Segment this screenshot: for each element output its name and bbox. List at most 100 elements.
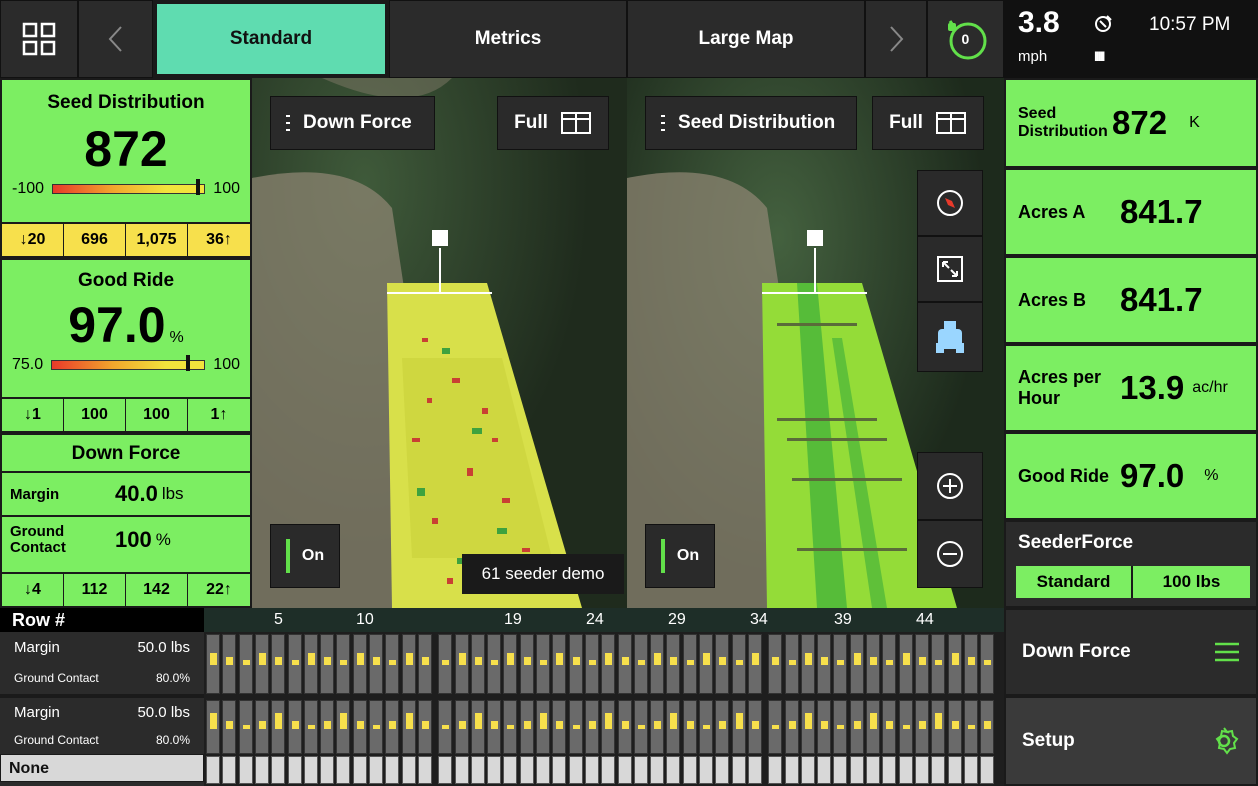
row-unit-upper[interactable] [287,634,302,694]
row-unit-upper[interactable] [800,634,815,694]
row-unit-upper[interactable] [222,634,237,694]
row-unit-upper[interactable] [254,634,269,694]
none-selector[interactable]: None [0,754,204,782]
map-left[interactable]: Down Force Full On 61 seeder demo [252,78,627,608]
row-unit-lower[interactable] [206,700,220,754]
row-unit-lower[interactable] [980,700,995,754]
right-acres-b[interactable]: Acres B 841.7 [1004,256,1258,344]
row-unit-none[interactable] [800,756,815,784]
row-unit-lower[interactable] [914,700,929,754]
row-unit-upper[interactable] [470,634,485,694]
row-unit-lower[interactable] [747,700,762,754]
compass-button[interactable] [917,170,983,236]
alerts-button[interactable]: 0 [927,0,1004,78]
row-unit-upper[interactable] [552,634,567,694]
row-unit-upper[interactable] [633,634,648,694]
row-unit-none[interactable] [568,756,583,784]
row-unit-upper[interactable] [385,634,400,694]
row-unit-none[interactable] [866,756,880,784]
row-unit-lower[interactable] [254,700,269,754]
row-unit-none[interactable] [369,756,383,784]
row-unit-lower[interactable] [715,700,730,754]
row-unit-none[interactable] [963,756,978,784]
row-unit-upper[interactable] [784,634,799,694]
right-full-button[interactable]: Full [872,96,984,150]
row-unit-upper[interactable] [666,634,681,694]
row-unit-lower[interactable] [947,700,962,754]
row-unit-lower[interactable] [601,700,616,754]
row-unit-lower[interactable] [931,700,946,754]
row-unit-lower[interactable] [866,700,880,754]
row-unit-upper[interactable] [568,634,583,694]
row-unit-none[interactable] [849,756,864,784]
row-unit-none[interactable] [768,756,783,784]
row-unit-none[interactable] [487,756,502,784]
row-unit-lower[interactable] [238,700,253,754]
row-unit-upper[interactable] [866,634,880,694]
row-unit-lower[interactable] [487,700,502,754]
row-unit-upper[interactable] [931,634,946,694]
row-unit-upper[interactable] [747,634,762,694]
row-unit-none[interactable] [320,756,335,784]
tab-next-button[interactable] [865,0,927,78]
row-unit-none[interactable] [238,756,253,784]
row-unit-upper[interactable] [303,634,318,694]
row-unit-upper[interactable] [768,634,783,694]
row-unit-none[interactable] [417,756,432,784]
row-unit-lower[interactable] [768,700,783,754]
setup-button[interactable]: Setup [1004,696,1258,786]
zoom-in-button[interactable] [917,452,983,520]
row-unit-none[interactable] [931,756,946,784]
row-unit-lower[interactable] [417,700,432,754]
row-unit-upper[interactable] [682,634,697,694]
row-unit-lower[interactable] [833,700,848,754]
row-unit-upper[interactable] [817,634,832,694]
row-unit-none[interactable] [206,756,220,784]
row-unit-upper[interactable] [584,634,599,694]
row-unit-none[interactable] [833,756,848,784]
row-unit-lower[interactable] [617,700,632,754]
expand-button[interactable] [917,236,983,302]
down-force-card[interactable]: Down Force Margin 40.0 lbs Ground Contac… [0,433,252,608]
row-unit-none[interactable] [731,756,746,784]
row-unit-upper[interactable] [963,634,978,694]
row-unit-upper[interactable] [699,634,713,694]
row-unit-lower[interactable] [552,700,567,754]
row-unit-none[interactable] [584,756,599,784]
down-force-menu-button[interactable]: Down Force [1004,608,1258,696]
row-unit-upper[interactable] [882,634,897,694]
row-unit-lower[interactable] [271,700,286,754]
row-unit-upper[interactable] [238,634,253,694]
row-unit-lower[interactable] [584,700,599,754]
row-unit-lower[interactable] [336,700,351,754]
row-unit-lower[interactable] [568,700,583,754]
row-unit-none[interactable] [438,756,453,784]
row-unit-upper[interactable] [206,634,220,694]
row-unit-lower[interactable] [731,700,746,754]
row-unit-none[interactable] [385,756,400,784]
row-unit-lower[interactable] [519,700,534,754]
row-unit-none[interactable] [536,756,550,784]
row-unit-upper[interactable] [336,634,351,694]
left-full-button[interactable]: Full [497,96,609,150]
row-unit-upper[interactable] [519,634,534,694]
row-unit-none[interactable] [303,756,318,784]
row-unit-none[interactable] [947,756,962,784]
row-unit-upper[interactable] [898,634,913,694]
tab-prev-button[interactable] [78,0,153,78]
row-unit-none[interactable] [784,756,799,784]
row-unit-lower[interactable] [503,700,518,754]
row-unit-lower[interactable] [882,700,897,754]
row-unit-lower[interactable] [369,700,383,754]
row-unit-none[interactable] [650,756,665,784]
row-unit-lower[interactable] [800,700,815,754]
row-unit-lower[interactable] [784,700,799,754]
row-unit-upper[interactable] [503,634,518,694]
row-unit-none[interactable] [503,756,518,784]
row-unit-upper[interactable] [849,634,864,694]
row-unit-none[interactable] [898,756,913,784]
zoom-out-button[interactable] [917,520,983,588]
row-unit-lower[interactable] [650,700,665,754]
row-unit-lower[interactable] [682,700,697,754]
row-unit-lower[interactable] [438,700,453,754]
